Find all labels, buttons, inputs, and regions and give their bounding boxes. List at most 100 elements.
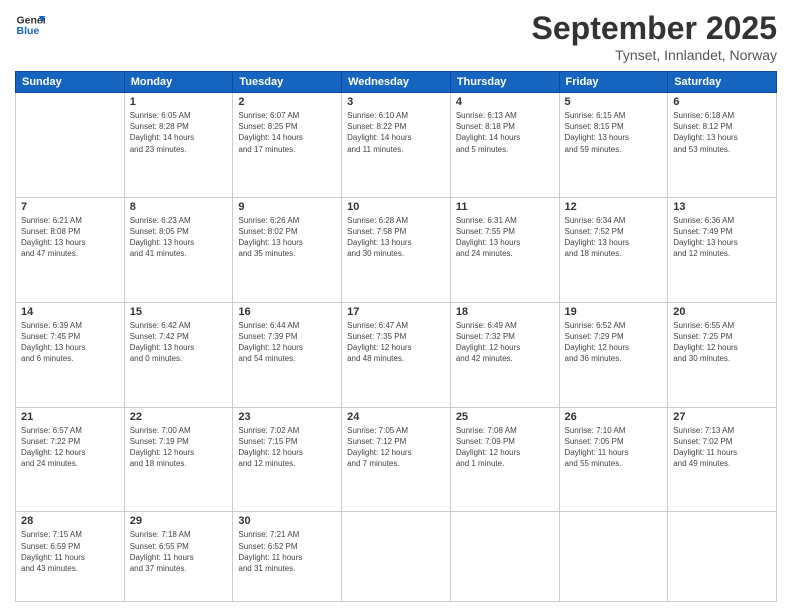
day-info: Sunrise: 6:05 AMSunset: 8:28 PMDaylight:… xyxy=(130,110,228,155)
day-number: 19 xyxy=(565,306,663,318)
calendar-cell-4-3 xyxy=(342,512,451,602)
page: General Blue September 2025 Tynset, Innl… xyxy=(0,0,792,612)
calendar-cell-3-5: 26 Sunrise: 7:10 AMSunset: 7:05 PMDayligh… xyxy=(559,407,668,512)
svg-text:Blue: Blue xyxy=(17,25,40,37)
calendar-cell-2-2: 16Sunrise: 6:44 AMSunset: 7:39 PMDayligh… xyxy=(233,302,342,407)
calendar-cell-1-6: 13Sunrise: 6:36 AMSunset: 7:49 PMDayligh… xyxy=(668,197,777,302)
day-number: 15 xyxy=(130,306,228,318)
day-number: 23 xyxy=(238,411,336,423)
day-info: Sunrise: 6:15 AMSunset: 8:15 PMDaylight:… xyxy=(565,110,663,155)
day-number: 3 xyxy=(347,96,445,108)
weekday-header-row: Sunday Monday Tuesday Wednesday Thursday… xyxy=(16,72,777,93)
day-number: 21 xyxy=(21,411,119,423)
calendar-cell-0-6: 6 Sunrise: 6:18 AMSunset: 8:12 PMDaylight… xyxy=(668,93,777,198)
calendar-cell-4-0: 28 Sunrise: 7:15 AMSunset: 6:59 PMDayligh… xyxy=(16,512,125,602)
week-row-1: 1 Sunrise: 6:05 AMSunset: 8:28 PMDaylight… xyxy=(16,93,777,198)
day-info: Sunrise: 7:05 AMSunset: 7:12 PMDaylight:… xyxy=(347,425,445,470)
day-number: 5 xyxy=(565,96,663,108)
day-info: Sunrise: 7:15 AMSunset: 6:59 PMDaylight:… xyxy=(21,529,119,574)
day-info: Sunrise: 6:49 AMSunset: 7:32 PMDaylight:… xyxy=(456,320,554,365)
day-number: 6 xyxy=(673,96,771,108)
calendar-cell-0-5: 5 Sunrise: 6:15 AMSunset: 8:15 PMDaylight… xyxy=(559,93,668,198)
day-number: 26 xyxy=(565,411,663,423)
header-friday: Friday xyxy=(559,72,668,93)
calendar-cell-1-3: 10 Sunrise: 6:28 AMSunset: 7:58 PMDayligh… xyxy=(342,197,451,302)
day-info: Sunrise: 6:18 AMSunset: 8:12 PMDaylight:… xyxy=(673,110,771,155)
day-number: 17 xyxy=(347,306,445,318)
header-saturday: Saturday xyxy=(668,72,777,93)
week-row-3: 14Sunrise: 6:39 AMSunset: 7:45 PMDayligh… xyxy=(16,302,777,407)
calendar-cell-0-3: 3 Sunrise: 6:10 AMSunset: 8:22 PMDaylight… xyxy=(342,93,451,198)
day-number: 9 xyxy=(238,201,336,213)
day-number: 2 xyxy=(238,96,336,108)
day-info: Sunrise: 6:42 AMSunset: 7:42 PMDaylight:… xyxy=(130,320,228,365)
calendar-cell-2-0: 14Sunrise: 6:39 AMSunset: 7:45 PMDayligh… xyxy=(16,302,125,407)
title-area: September 2025 Tynset, Innlandet, Norway xyxy=(532,10,777,63)
day-info: Sunrise: 6:07 AMSunset: 8:25 PMDaylight:… xyxy=(238,110,336,155)
header-wednesday: Wednesday xyxy=(342,72,451,93)
day-info: Sunrise: 7:08 AMSunset: 7:09 PMDaylight:… xyxy=(456,425,554,470)
calendar-cell-1-1: 8 Sunrise: 6:23 AMSunset: 8:05 PMDaylight… xyxy=(124,197,233,302)
calendar-cell-3-1: 22Sunrise: 7:00 AMSunset: 7:19 PMDayligh… xyxy=(124,407,233,512)
header-thursday: Thursday xyxy=(450,72,559,93)
day-info: Sunrise: 6:36 AMSunset: 7:49 PMDaylight:… xyxy=(673,215,771,260)
day-info: Sunrise: 6:23 AMSunset: 8:05 PMDaylight:… xyxy=(130,215,228,260)
day-info: Sunrise: 6:44 AMSunset: 7:39 PMDaylight:… xyxy=(238,320,336,365)
week-row-2: 7Sunrise: 6:21 AMSunset: 8:08 PMDaylight… xyxy=(16,197,777,302)
calendar-cell-0-1: 1 Sunrise: 6:05 AMSunset: 8:28 PMDaylight… xyxy=(124,93,233,198)
calendar-table: Sunday Monday Tuesday Wednesday Thursday… xyxy=(15,71,777,602)
day-number: 28 xyxy=(21,515,119,527)
calendar-cell-3-2: 23 Sunrise: 7:02 AMSunset: 7:15 PMDayligh… xyxy=(233,407,342,512)
day-number: 10 xyxy=(347,201,445,213)
logo: General Blue xyxy=(15,10,45,40)
day-info: Sunrise: 6:10 AMSunset: 8:22 PMDaylight:… xyxy=(347,110,445,155)
day-number: 1 xyxy=(130,96,228,108)
day-info: Sunrise: 7:02 AMSunset: 7:15 PMDaylight:… xyxy=(238,425,336,470)
day-number: 11 xyxy=(456,201,554,213)
day-number: 22 xyxy=(130,411,228,423)
day-number: 29 xyxy=(130,515,228,527)
day-number: 25 xyxy=(456,411,554,423)
calendar-cell-2-4: 18Sunrise: 6:49 AMSunset: 7:32 PMDayligh… xyxy=(450,302,559,407)
month-title: September 2025 xyxy=(532,10,777,47)
day-info: Sunrise: 6:13 AMSunset: 8:18 PMDaylight:… xyxy=(456,110,554,155)
calendar-cell-1-5: 12 Sunrise: 6:34 AMSunset: 7:52 PMDayligh… xyxy=(559,197,668,302)
day-number: 4 xyxy=(456,96,554,108)
day-number: 8 xyxy=(130,201,228,213)
calendar-cell-2-1: 15 Sunrise: 6:42 AMSunset: 7:42 PMDayligh… xyxy=(124,302,233,407)
week-row-5: 28 Sunrise: 7:15 AMSunset: 6:59 PMDayligh… xyxy=(16,512,777,602)
calendar-cell-3-6: 27Sunrise: 7:13 AMSunset: 7:02 PMDayligh… xyxy=(668,407,777,512)
week-row-4: 21Sunrise: 6:57 AMSunset: 7:22 PMDayligh… xyxy=(16,407,777,512)
day-info: Sunrise: 6:21 AMSunset: 8:08 PMDaylight:… xyxy=(21,215,119,260)
location: Tynset, Innlandet, Norway xyxy=(532,47,777,63)
calendar-cell-1-4: 11 Sunrise: 6:31 AMSunset: 7:55 PMDayligh… xyxy=(450,197,559,302)
day-info: Sunrise: 6:34 AMSunset: 7:52 PMDaylight:… xyxy=(565,215,663,260)
day-number: 20 xyxy=(673,306,771,318)
header-sunday: Sunday xyxy=(16,72,125,93)
calendar-cell-2-3: 17Sunrise: 6:47 AMSunset: 7:35 PMDayligh… xyxy=(342,302,451,407)
day-info: Sunrise: 7:10 AMSunset: 7:05 PMDaylight:… xyxy=(565,425,663,470)
day-info: Sunrise: 6:26 AMSunset: 8:02 PMDaylight:… xyxy=(238,215,336,260)
calendar-cell-4-6 xyxy=(668,512,777,602)
calendar-cell-0-4: 4 Sunrise: 6:13 AMSunset: 8:18 PMDaylight… xyxy=(450,93,559,198)
day-info: Sunrise: 6:52 AMSunset: 7:29 PMDaylight:… xyxy=(565,320,663,365)
day-number: 27 xyxy=(673,411,771,423)
calendar-cell-0-2: 2 Sunrise: 6:07 AMSunset: 8:25 PMDaylight… xyxy=(233,93,342,198)
day-info: Sunrise: 7:18 AMSunset: 6:55 PMDaylight:… xyxy=(130,529,228,574)
header-monday: Monday xyxy=(124,72,233,93)
day-number: 24 xyxy=(347,411,445,423)
calendar-cell-2-5: 19 Sunrise: 6:52 AMSunset: 7:29 PMDayligh… xyxy=(559,302,668,407)
calendar-cell-4-4 xyxy=(450,512,559,602)
header-tuesday: Tuesday xyxy=(233,72,342,93)
day-info: Sunrise: 6:31 AMSunset: 7:55 PMDaylight:… xyxy=(456,215,554,260)
calendar-cell-4-1: 29 Sunrise: 7:18 AMSunset: 6:55 PMDayligh… xyxy=(124,512,233,602)
day-number: 12 xyxy=(565,201,663,213)
calendar-cell-3-0: 21Sunrise: 6:57 AMSunset: 7:22 PMDayligh… xyxy=(16,407,125,512)
calendar-cell-1-0: 7Sunrise: 6:21 AMSunset: 8:08 PMDaylight… xyxy=(16,197,125,302)
calendar-cell-3-4: 25 Sunrise: 7:08 AMSunset: 7:09 PMDayligh… xyxy=(450,407,559,512)
day-info: Sunrise: 6:39 AMSunset: 7:45 PMDaylight:… xyxy=(21,320,119,365)
calendar-cell-3-3: 24 Sunrise: 7:05 AMSunset: 7:12 PMDayligh… xyxy=(342,407,451,512)
day-info: Sunrise: 7:21 AMSunset: 6:52 PMDaylight:… xyxy=(238,529,336,574)
day-info: Sunrise: 6:28 AMSunset: 7:58 PMDaylight:… xyxy=(347,215,445,260)
calendar-cell-2-6: 20Sunrise: 6:55 AMSunset: 7:25 PMDayligh… xyxy=(668,302,777,407)
